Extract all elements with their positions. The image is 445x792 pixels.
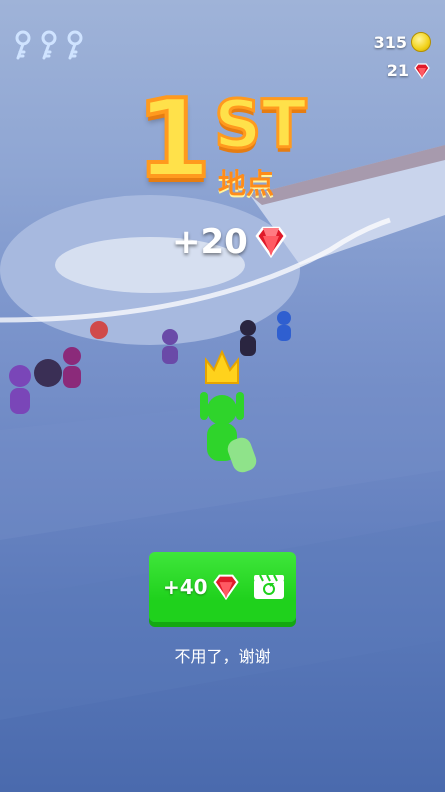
coin-icon [411,32,431,52]
gem-count: 21 [386,61,409,80]
gem-icon [414,62,430,79]
gem-icon [255,226,287,258]
reward-amount: +20 [172,222,248,262]
racer-purple-left [9,365,31,414]
cta-reward-amount: +40 [163,575,208,599]
coin-count: 315 [373,32,407,52]
racer-purple-mid [162,329,178,364]
place-number: 1 [134,77,213,202]
watch-ad-reward-button[interactable]: +40 [149,552,296,622]
crown-icon [205,349,239,384]
decline-link[interactable]: 不用了，谢谢 [0,643,445,667]
key-icon [67,30,83,60]
gem-reward: +20 [172,222,288,262]
cta-reward: +40 [163,574,240,600]
gem-icon [212,574,239,600]
video-ad-icon [254,574,284,599]
key-icon [15,30,31,60]
ball-striped [34,359,62,387]
key-icon [41,30,57,60]
racer-dark [240,320,256,356]
racer-magenta [63,347,81,388]
coin-counter: 315 [374,32,431,52]
ball-colorful [90,321,108,339]
place-suffix: ST [213,86,309,163]
gem-counter: 21 [387,61,431,80]
finish-place-title: 1 ST 地点 [134,84,326,202]
place-label: 地点 [218,167,275,200]
racer-blue [277,311,291,341]
keys-counter [12,30,86,60]
